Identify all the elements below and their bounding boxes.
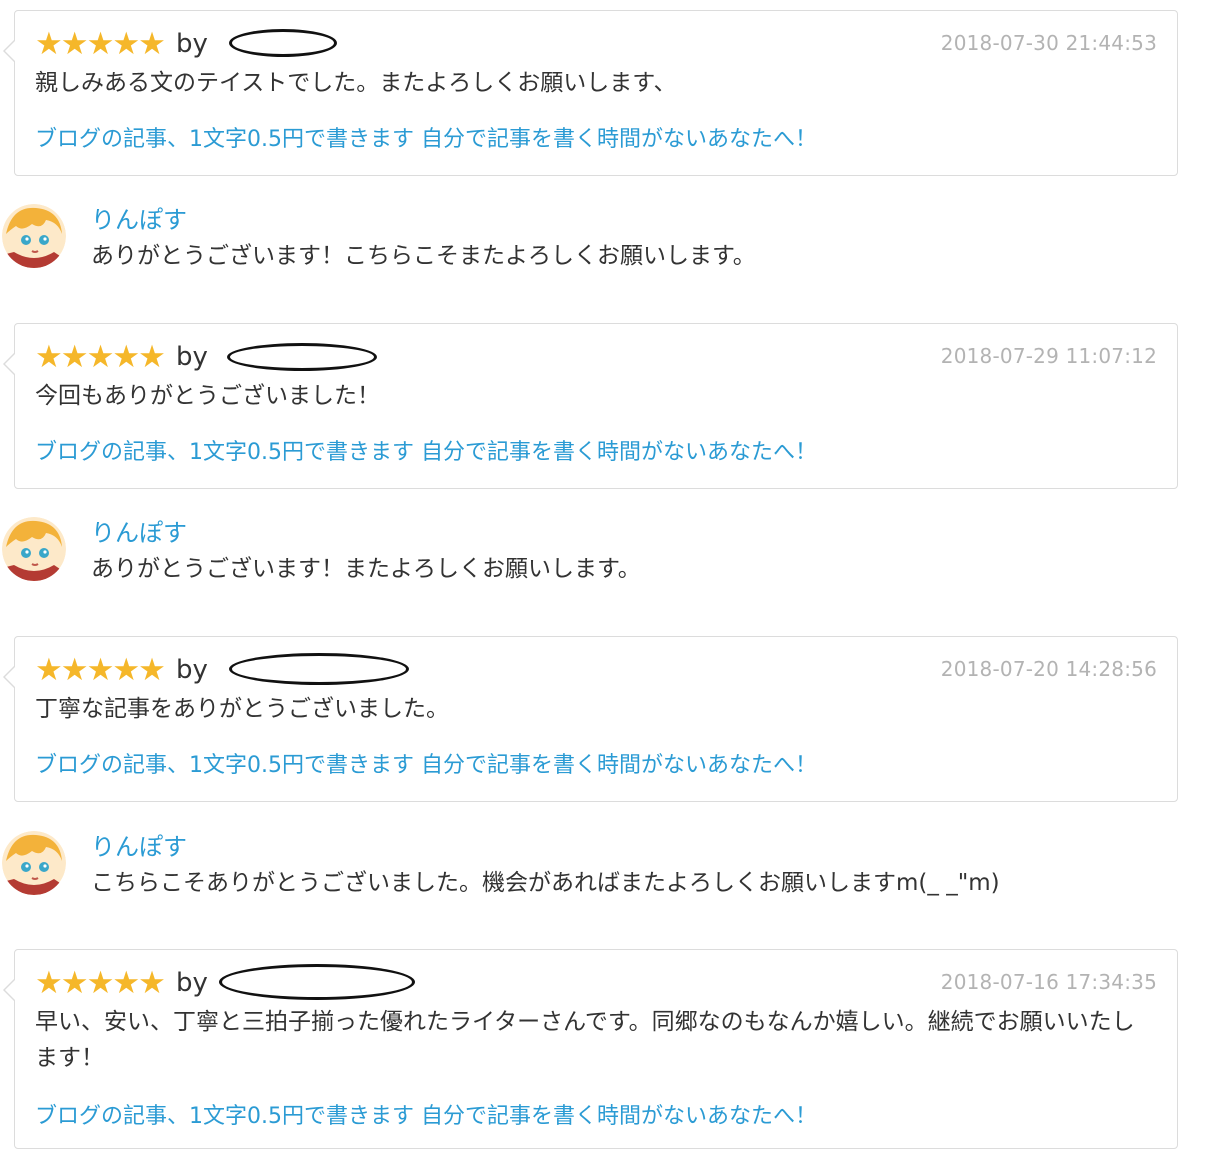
rating-row: ★★★★★ by [35, 653, 208, 687]
speech-tail-inner [5, 979, 16, 1001]
by-label: by [175, 655, 208, 685]
seller-avatar[interactable] [2, 204, 66, 268]
review-timestamp: 2018-07-30 21:44:53 [940, 31, 1157, 55]
reply-text: ありがとうございます！またよろしくお願いします。 [91, 556, 641, 582]
seller-name[interactable]: りんぽす [91, 513, 187, 548]
reply-text: こちらこそありがとうございました。機会があればまたよろしくお願いしますm(_ _… [91, 870, 1000, 896]
star-rating-icon: ★★★★★ [35, 651, 166, 688]
speech-tail-inner [5, 353, 16, 375]
by-label: by [175, 968, 208, 998]
review-comment: 今回もありがとうございました！ [35, 383, 380, 409]
review-card: ★★★★★ by 2018-07-30 21:44:53 親しみある文のテイスト… [3, 10, 1178, 176]
seller-reply: りんぽす ありがとうございます！こちらこそまたよろしくお願いします。 [0, 200, 1200, 290]
seller-reply: りんぽす ありがとうございます！またよろしくお願いします。 [0, 513, 1200, 603]
star-rating-icon: ★★★★★ [35, 25, 166, 62]
service-link[interactable]: ブログの記事、1文字0.5円で書きます 自分で記事を書く時間がないあなたへ！ [35, 747, 817, 779]
seller-reply: りんぽす こちらこそありがとうございました。機会があればまたよろしくお願いします… [0, 827, 1200, 917]
redacted-username [229, 29, 337, 57]
speech-tail-inner [5, 40, 16, 62]
redacted-username [227, 343, 377, 371]
by-label: by [175, 29, 208, 59]
review-comment: 早い、安い、丁寧と三拍子揃った優れたライターさんです。同郷なのもなんか嬉しい。継… [35, 1009, 1135, 1071]
review-card: ★★★★★ by 2018-07-20 14:28:56 丁寧な記事をありがとう… [3, 636, 1178, 802]
star-rating-icon: ★★★★★ [35, 964, 166, 1001]
seller-avatar[interactable] [2, 517, 66, 581]
by-label: by [175, 342, 208, 372]
review-comment: 親しみある文のテイストでした。またよろしくお願いします、 [35, 70, 677, 96]
seller-avatar[interactable] [2, 831, 66, 895]
seller-name[interactable]: りんぽす [91, 200, 187, 235]
speech-tail-inner [5, 666, 16, 688]
rating-row: ★★★★★ by [35, 966, 208, 1000]
service-link[interactable]: ブログの記事、1文字0.5円で書きます 自分で記事を書く時間がないあなたへ！ [35, 434, 817, 466]
star-rating-icon: ★★★★★ [35, 338, 166, 375]
review-card: ★★★★★ by 2018-07-29 11:07:12 今回もありがとうござい… [3, 323, 1178, 489]
rating-row: ★★★★★ by [35, 27, 208, 61]
review-timestamp: 2018-07-29 11:07:12 [940, 344, 1157, 368]
seller-name[interactable]: りんぽす [91, 827, 187, 862]
reply-text: ありがとうございます！こちらこそまたよろしくお願いします。 [91, 243, 756, 269]
redacted-username [219, 964, 415, 1000]
review-card: ★★★★★ by 2018-07-16 17:34:35 早い、安い、丁寧と三拍… [3, 949, 1178, 1149]
service-link[interactable]: ブログの記事、1文字0.5円で書きます 自分で記事を書く時間がないあなたへ！ [35, 1098, 817, 1130]
review-timestamp: 2018-07-20 14:28:56 [940, 657, 1157, 681]
redacted-username [229, 653, 409, 685]
review-timestamp: 2018-07-16 17:34:35 [940, 970, 1157, 994]
service-link[interactable]: ブログの記事、1文字0.5円で書きます 自分で記事を書く時間がないあなたへ！ [35, 121, 817, 153]
rating-row: ★★★★★ by [35, 340, 208, 374]
review-comment: 丁寧な記事をありがとうございました。 [35, 696, 449, 722]
